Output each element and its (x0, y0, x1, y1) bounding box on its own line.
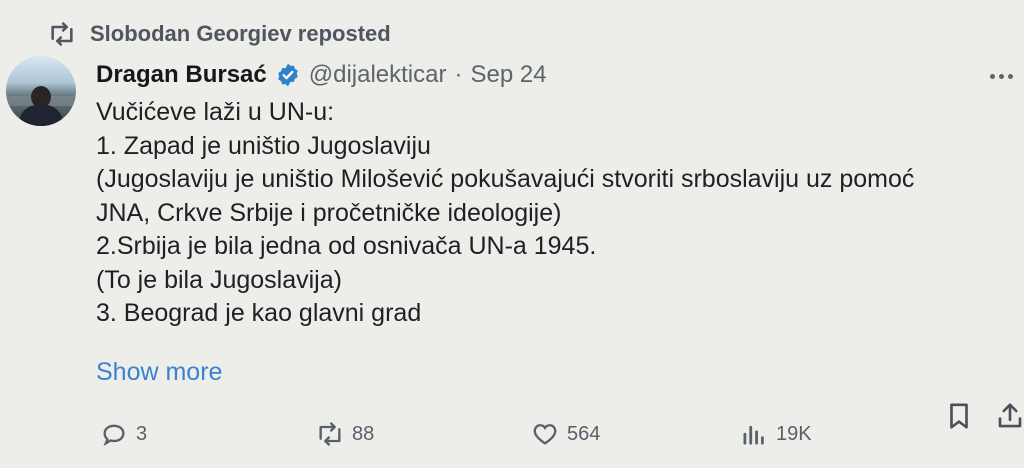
tweet-line: 2.Srbija je bila jedna od osnivača UN-a … (96, 232, 597, 260)
tweet-line: 3. Beograd je kao glavni grad (96, 299, 422, 327)
bookmark-icon (950, 403, 968, 429)
reposter-text[interactable]: Slobodan Georgiev reposted (90, 21, 391, 47)
heart-icon (533, 424, 557, 445)
tweet-line: JNA, Crkve Srbije i pročetničke ideologi… (96, 198, 562, 227)
verified-badge-icon (277, 63, 298, 87)
like-button[interactable]: 564 (531, 414, 600, 454)
share-button[interactable] (995, 400, 1024, 432)
bookmark-button[interactable] (944, 400, 974, 432)
share-icon (998, 403, 1022, 428)
author-handle[interactable]: @dijalekticar (309, 61, 447, 89)
reply-count: 3 (136, 422, 148, 445)
more-dots-icon (989, 73, 995, 79)
tweet-line: Vučićeve laži u UN-u: (96, 98, 335, 126)
repost-icon (51, 22, 73, 46)
like-count: 564 (567, 422, 601, 445)
repost-button[interactable]: 88 (316, 414, 374, 454)
tweet-line: (Jugoslaviju je uništio Milošević pokuša… (96, 165, 915, 193)
separator-dot: · (454, 61, 463, 88)
tweet-line: 1. Zapad je uništio Jugoslaviju (96, 131, 431, 160)
more-options-button[interactable] (983, 62, 1019, 90)
tweet-header: Dragan Bursać @dijalekticar · Sep 24 (96, 58, 547, 92)
views-bar-chart-icon (743, 425, 764, 445)
reply-button[interactable]: 3 (100, 414, 147, 454)
views-count: 19K (776, 422, 812, 445)
show-more-link[interactable]: Show more (96, 358, 222, 387)
repost-count: 88 (352, 422, 375, 445)
repost-action-icon (319, 422, 341, 446)
repost-indicator: Slobodan Georgiev reposted (48, 18, 391, 50)
views-button[interactable]: 19K (740, 414, 812, 454)
avatar[interactable] (6, 56, 76, 126)
author-name[interactable]: Dragan Bursać (96, 61, 267, 89)
reply-icon (103, 424, 125, 447)
tweet-text: Vučićeve laži u UN-u: 1. Zapad je uništi… (96, 96, 1006, 331)
tweet-line: (To je bila Jugoslavija) (96, 265, 342, 294)
tweet-date[interactable]: Sep 24 (470, 61, 546, 89)
